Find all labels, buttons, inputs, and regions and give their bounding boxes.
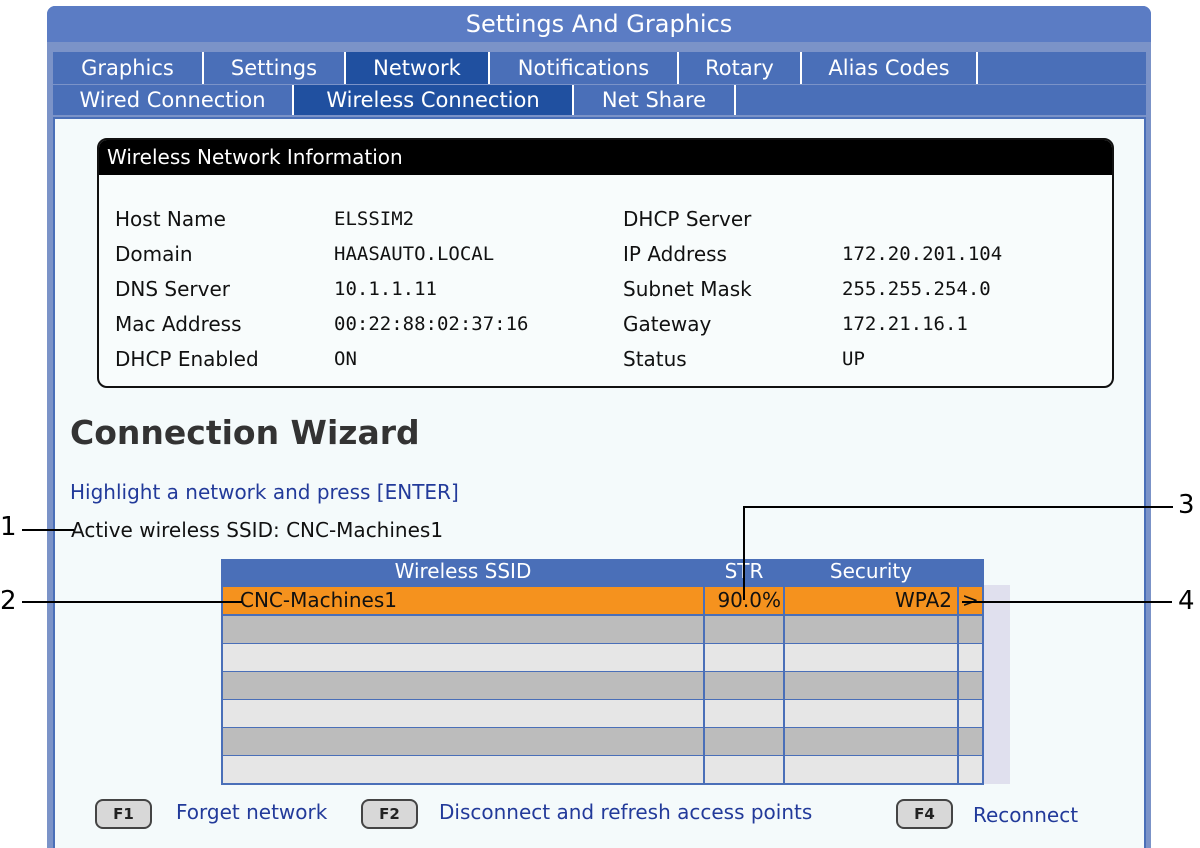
info-value-status: UP <box>842 348 865 370</box>
sub-tab-bar: Wired Connection Wireless Connection Net… <box>53 85 1146 115</box>
table-scroll-shadow <box>984 585 1010 784</box>
f1-key-button[interactable]: F1 <box>95 799 152 829</box>
info-value-dns-server: 10.1.1.11 <box>334 278 437 300</box>
subtab-wired-connection[interactable]: Wired Connection <box>53 85 294 115</box>
info-label-dhcp-enabled: DHCP Enabled <box>115 347 259 371</box>
tab-network[interactable]: Network <box>346 52 490 84</box>
table-row-empty[interactable] <box>223 700 982 727</box>
info-label-dns-server: DNS Server <box>115 277 230 301</box>
cell-ssid: CNC-Machines1 <box>240 588 397 612</box>
f4-key-button[interactable]: F4 <box>896 799 953 829</box>
callout-line-3 <box>743 506 1173 508</box>
info-box-header: Wireless Network Information <box>99 140 1112 175</box>
cell-security: WPA2 <box>895 588 952 612</box>
info-label-host-name: Host Name <box>115 207 226 231</box>
callout-number-2: 2 <box>0 586 17 616</box>
column-divider <box>957 559 959 785</box>
column-divider <box>703 559 705 785</box>
info-value-domain: HAASAUTO.LOCAL <box>334 243 495 265</box>
table-row-empty[interactable] <box>223 756 982 783</box>
column-divider <box>783 559 785 785</box>
subtab-bar-filler <box>736 85 1146 115</box>
tab-rotary[interactable]: Rotary <box>679 52 802 84</box>
tab-settings[interactable]: Settings <box>204 52 346 84</box>
active-ssid-text: Active wireless SSID: CNC-Machines1 <box>71 518 444 542</box>
callout-number-4: 4 <box>1178 586 1195 616</box>
info-value-subnet-mask: 255.255.254.0 <box>842 278 991 300</box>
wizard-title: Connection Wizard <box>70 413 420 452</box>
disconnect-refresh-label[interactable]: Disconnect and refresh access points <box>439 800 812 824</box>
window-title: Settings And Graphics <box>47 6 1151 42</box>
column-header-security: Security <box>829 559 913 583</box>
info-label-dhcp-server: DHCP Server <box>623 207 752 231</box>
info-value-gateway: 172.21.16.1 <box>842 313 968 335</box>
tab-bar-filler <box>978 52 1146 84</box>
subtab-wireless-connection[interactable]: Wireless Connection <box>294 85 574 115</box>
callout-line-3-vertical <box>743 506 745 600</box>
tab-alias-codes[interactable]: Alias Codes <box>802 52 978 84</box>
info-label-gateway: Gateway <box>623 312 712 336</box>
callout-number-3: 3 <box>1178 490 1195 520</box>
top-tab-bar: Graphics Settings Network Notifications … <box>53 52 1146 84</box>
column-header-ssid: Wireless SSID <box>394 559 532 583</box>
info-label-subnet-mask: Subnet Mask <box>623 277 752 301</box>
info-label-ip-address: IP Address <box>623 242 727 266</box>
table-row-empty[interactable] <box>223 644 982 671</box>
callout-line-2 <box>22 601 242 603</box>
cell-strength: 90.0% <box>717 588 781 612</box>
callout-line-1 <box>22 529 74 531</box>
callout-line-4 <box>962 601 1172 603</box>
callout-number-1: 1 <box>0 512 17 542</box>
tab-graphics[interactable]: Graphics <box>53 52 204 84</box>
info-label-mac-address: Mac Address <box>115 312 242 336</box>
reconnect-label[interactable]: Reconnect <box>973 803 1078 827</box>
info-value-ip-address: 172.20.201.104 <box>842 243 1003 265</box>
subtab-net-share[interactable]: Net Share <box>574 85 736 115</box>
forget-network-label[interactable]: Forget network <box>176 800 327 824</box>
info-value-mac-address: 00:22:88:02:37:16 <box>334 313 529 335</box>
info-label-domain: Domain <box>115 242 193 266</box>
table-row-empty[interactable] <box>223 728 982 755</box>
wireless-info-box: Wireless Network Information Host Name E… <box>97 138 1114 388</box>
info-value-dhcp-enabled: ON <box>334 348 357 370</box>
info-value-host-name: ELSSIM2 <box>334 208 415 230</box>
wizard-instruction: Highlight a network and press [ENTER] <box>70 480 459 504</box>
table-row-empty[interactable] <box>223 672 982 699</box>
tab-notifications[interactable]: Notifications <box>490 52 679 84</box>
table-row-empty[interactable] <box>223 616 982 643</box>
info-label-status: Status <box>623 347 687 371</box>
f2-key-button[interactable]: F2 <box>361 799 418 829</box>
